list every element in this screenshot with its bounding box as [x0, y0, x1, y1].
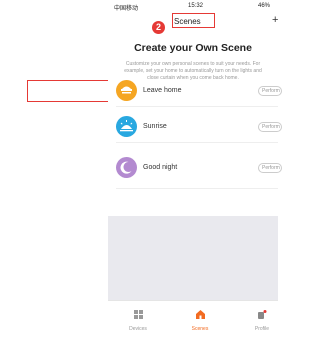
moon-icon	[116, 157, 137, 178]
divider	[116, 188, 278, 189]
status-time: 15:32	[188, 3, 204, 9]
annotation-marker-2: 2	[152, 21, 165, 34]
scene-label: Sunrise	[143, 123, 167, 130]
empty-area	[108, 216, 278, 300]
perform-button[interactable]: Perform	[258, 163, 282, 173]
tab-label: Profile	[254, 326, 270, 332]
tab-label: Devices	[129, 326, 147, 332]
perform-button[interactable]: Perform	[258, 122, 282, 132]
divider	[116, 106, 278, 107]
home-icon	[180, 306, 220, 324]
perform-button[interactable]: Perform	[258, 86, 282, 96]
status-bar: 中国移动 15:32 46%	[108, 0, 278, 12]
profile-icon	[242, 306, 282, 324]
tab-label: Scenes	[191, 326, 209, 332]
phone-screen: 中国移动 15:32 46% Scenes + 2 Create your Ow…	[108, 0, 282, 332]
add-scene-button[interactable]: +	[272, 14, 278, 26]
divider	[116, 142, 278, 143]
annotation-box-scenes-title	[172, 13, 215, 28]
sunrise-icon	[116, 116, 137, 137]
scene-item-sunrise[interactable]: Sunrise Perform	[108, 112, 282, 142]
tab-scenes[interactable]: Scenes	[180, 304, 220, 332]
tab-devices[interactable]: Devices	[118, 304, 158, 332]
scene-item-good-night[interactable]: Good night Perform	[108, 153, 282, 183]
scene-label: Good night	[143, 164, 178, 171]
battery-label: 46%	[258, 3, 271, 9]
grid-icon	[118, 306, 158, 324]
scene-label: Leave home	[143, 87, 182, 94]
leave-home-icon	[116, 80, 137, 101]
scene-item-leave-home[interactable]: Leave home Perform	[108, 76, 282, 106]
tab-profile[interactable]: Profile	[242, 304, 282, 332]
page-title: Create your Own Scene	[134, 42, 252, 54]
tab-bar: Devices Scenes Profile	[108, 300, 278, 332]
